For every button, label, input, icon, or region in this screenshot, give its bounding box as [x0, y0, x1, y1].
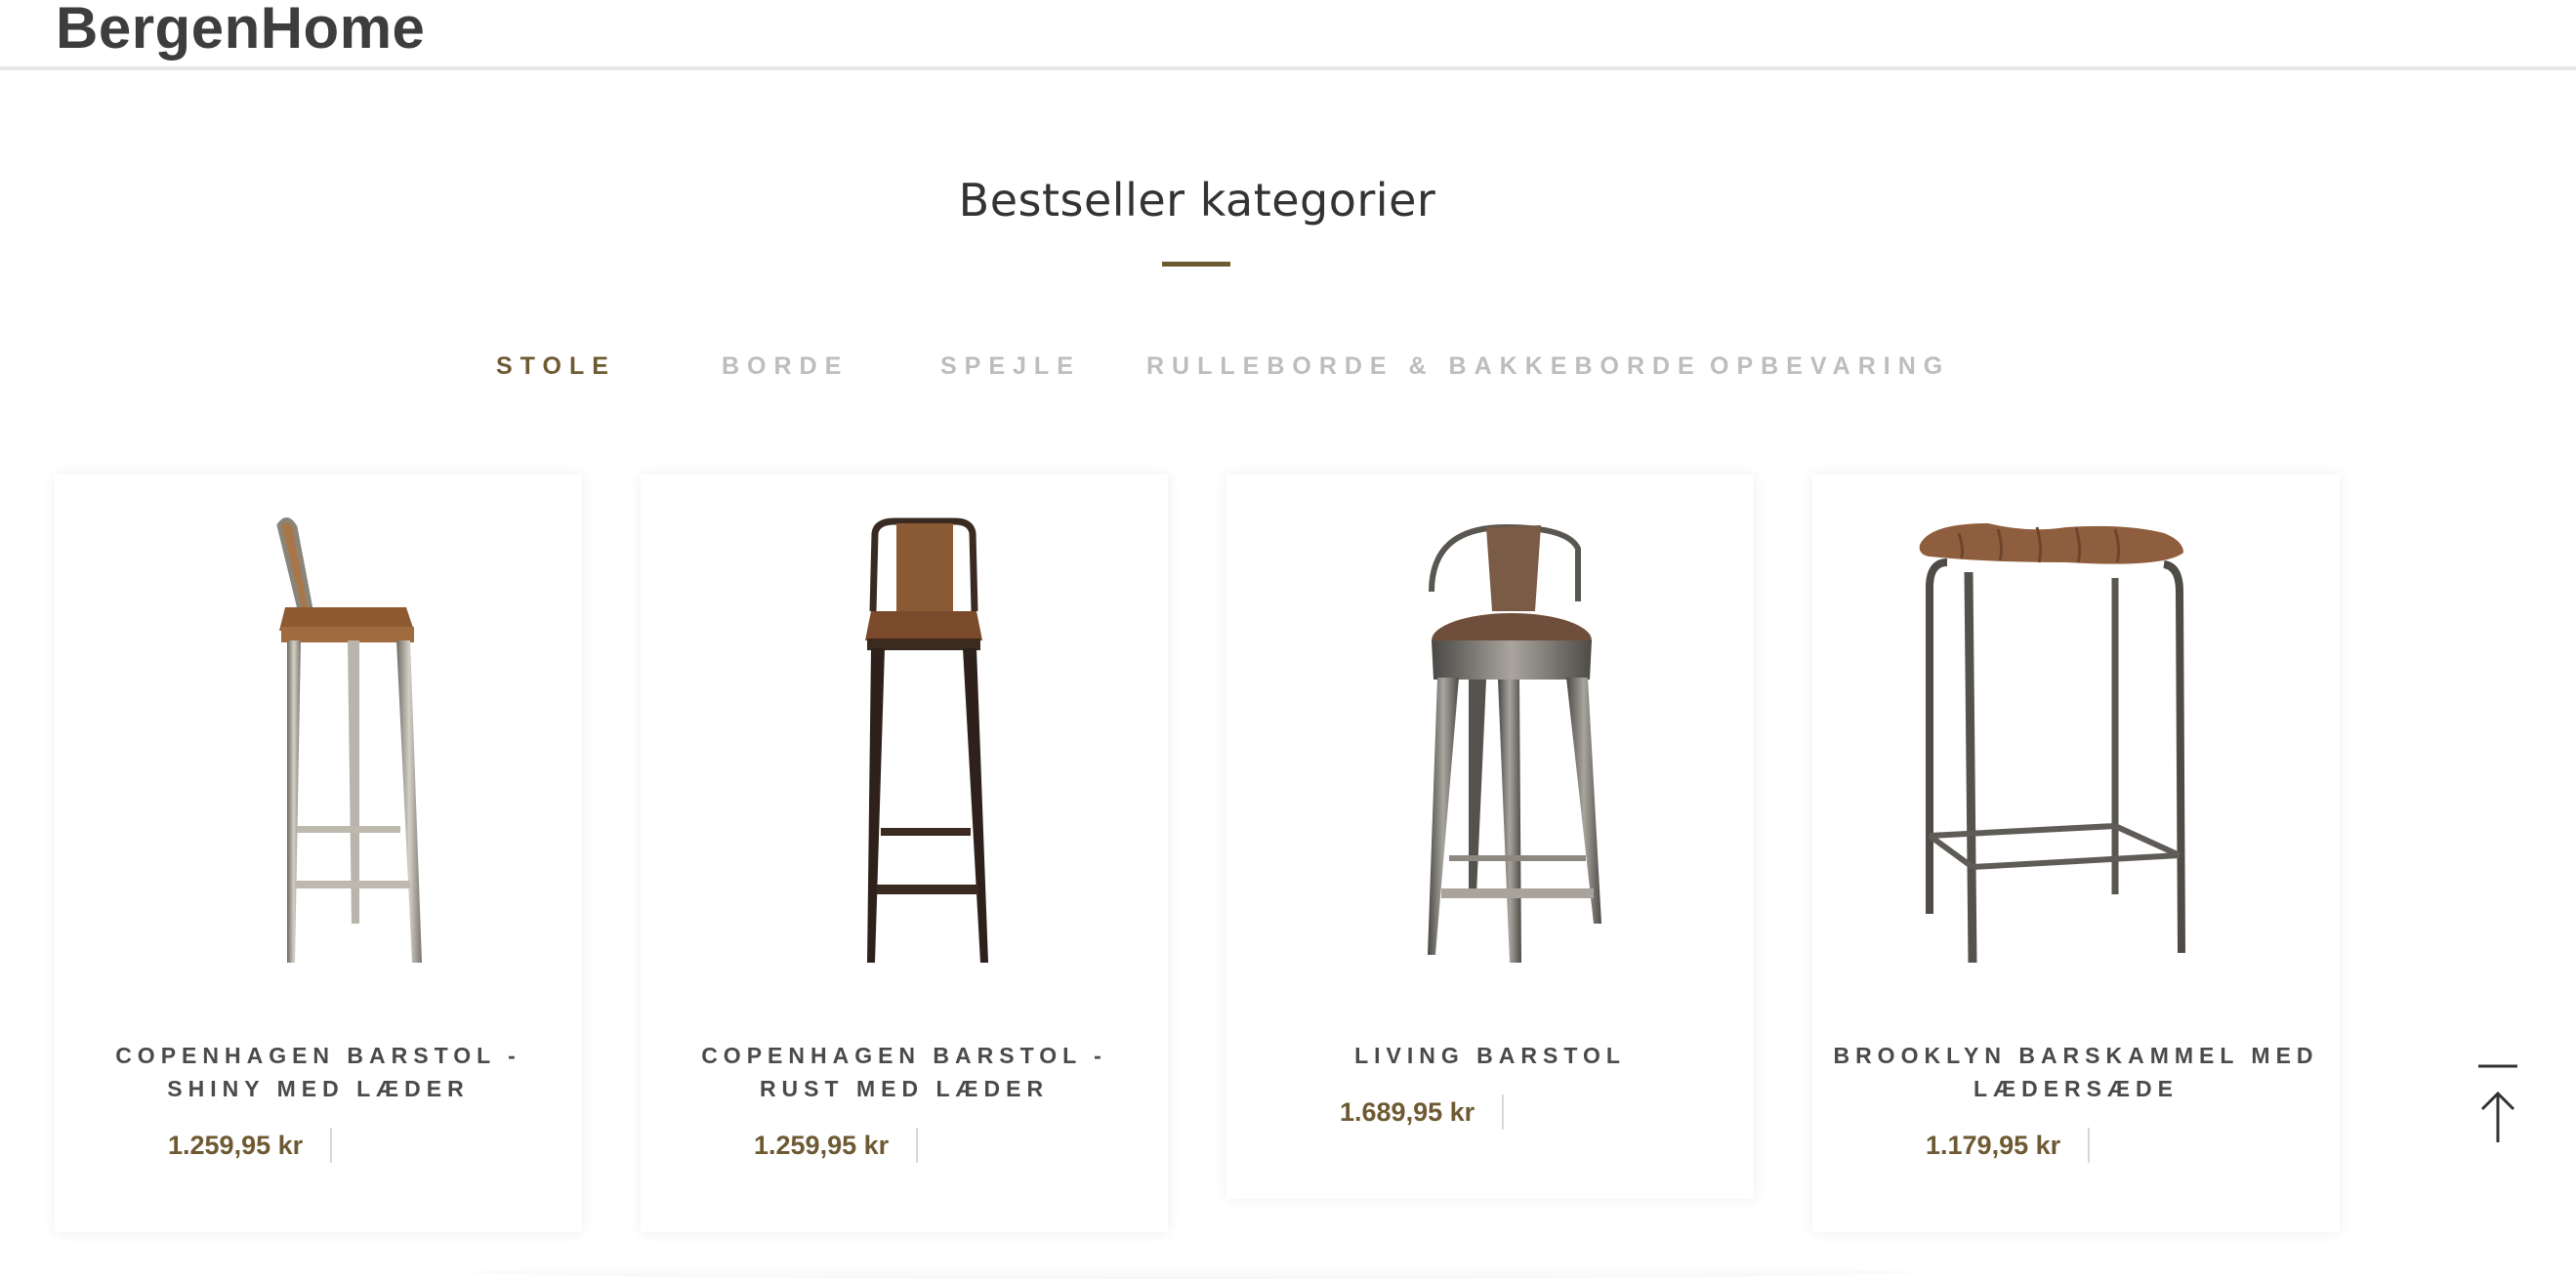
product-name[interactable]: COPENHAGEN BARSTOL - SHINY MED LÆDER	[74, 1039, 562, 1105]
tab-stole[interactable]: STOLE	[496, 352, 616, 381]
product-price: 1.259,95 kr	[168, 1130, 304, 1160]
tab-rulleborde-bakkeborde[interactable]: RULLEBORDE & BAKKEBORDE	[1146, 352, 1702, 381]
price-row: 1.259,95 kr	[168, 1127, 333, 1164]
product-name-line: COPENHAGEN BARSTOL -	[701, 1043, 1107, 1068]
product-name-line: RUST MED LÆDER	[759, 1076, 1050, 1101]
living-bar-stool-image[interactable]	[1285, 494, 1695, 972]
bar-stool-shiny-leather-image[interactable]	[113, 494, 523, 972]
product-card[interactable]: LIVING BARSTOL 1.689,95 kr	[1226, 474, 1754, 1199]
section-bottom-shadow	[469, 1265, 1914, 1279]
site-logo[interactable]: BergenHome	[56, 0, 425, 62]
product-name-line: COPENHAGEN BARSTOL -	[115, 1043, 521, 1068]
title-underline	[1162, 262, 1230, 267]
product-price: 1.689,95 kr	[1340, 1096, 1475, 1127]
product-card[interactable]: COPENHAGEN BARSTOL - SHINY MED LÆDER 1.2…	[55, 474, 582, 1232]
product-name[interactable]: COPENHAGEN BARSTOL - RUST MED LÆDER	[660, 1039, 1148, 1105]
arrow-up-to-top-icon[interactable]	[2476, 1064, 2519, 1144]
product-price: 1.179,95 kr	[1926, 1130, 2061, 1160]
price-row: 1.179,95 kr	[1926, 1127, 2091, 1164]
product-card[interactable]: COPENHAGEN BARSTOL - RUST MED LÆDER 1.25…	[641, 474, 1168, 1232]
product-card[interactable]: BROOKLYN BARSKAMMEL MED LÆDERSÆDE 1.179,…	[1812, 474, 2340, 1232]
price-row: 1.259,95 kr	[754, 1127, 919, 1164]
section-title: Bestseller kategorier	[958, 174, 1436, 227]
product-name-line: LÆDERSÆDE	[1974, 1076, 2179, 1101]
brooklyn-bar-stool-image[interactable]	[1871, 494, 2281, 972]
product-price: 1.259,95 kr	[754, 1130, 890, 1160]
tab-opbevaring[interactable]: OPBEVARING	[1710, 352, 1950, 381]
product-name-line: SHINY MED LÆDER	[167, 1076, 470, 1101]
tab-spejle[interactable]: SPEJLE	[940, 352, 1081, 381]
price-divider	[330, 1128, 333, 1163]
site-header: BergenHome	[0, 0, 2576, 70]
product-name-line: LIVING BARSTOL	[1354, 1043, 1626, 1068]
product-name[interactable]: BROOKLYN BARSKAMMEL MED LÆDERSÆDE	[1832, 1039, 2320, 1105]
tab-borde[interactable]: BORDE	[722, 352, 849, 381]
product-name-line: BROOKLYN BARSKAMMEL MED	[1833, 1043, 2319, 1068]
price-divider	[916, 1128, 919, 1163]
price-divider	[1502, 1094, 1505, 1130]
bar-stool-rust-leather-image[interactable]	[699, 494, 1109, 972]
product-name[interactable]: LIVING BARSTOL	[1246, 1039, 1734, 1072]
price-divider	[2088, 1128, 2091, 1163]
price-row: 1.689,95 kr	[1340, 1093, 1505, 1131]
